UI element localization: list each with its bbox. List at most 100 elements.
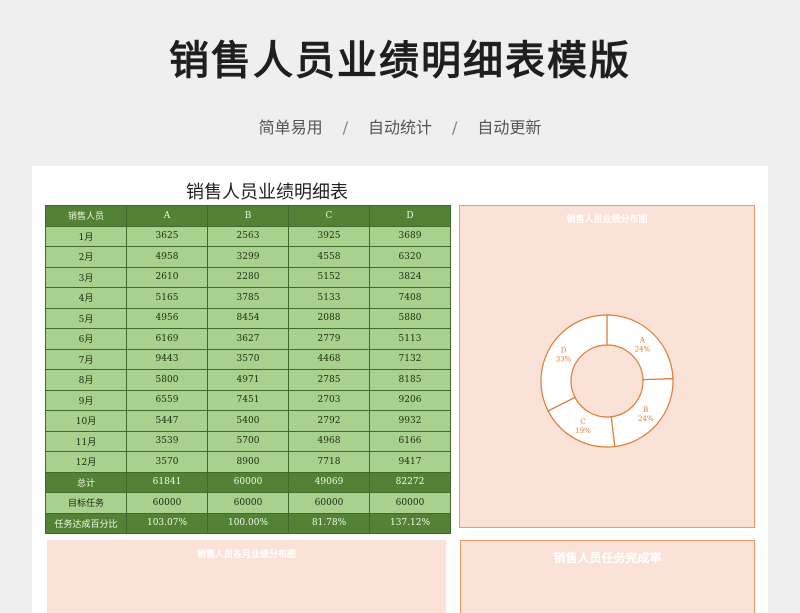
donut-label-percent: 24%: [635, 345, 651, 353]
table-cell: 4月: [45, 287, 127, 309]
completion-chart-title: 销售人员任务完成率: [553, 551, 662, 565]
table-cell: 60000: [207, 471, 289, 493]
table-cell: 5880: [369, 307, 451, 329]
table-cell: 9932: [369, 410, 451, 432]
table-cell: 2703: [288, 389, 370, 411]
table-row: 1月 3625 2563 3925 3689: [45, 225, 451, 247]
table-cell: 60000: [126, 492, 208, 514]
table-cell: 82272: [369, 471, 451, 493]
table-row: 12月 3570 8900 7718 9417: [45, 451, 451, 473]
table-row: 8月 5800 4971 2785 8185: [45, 369, 451, 391]
feature-auto-update: 自动更新: [477, 118, 542, 137]
donut-label-name: C: [580, 418, 585, 426]
table-cell: 8454: [207, 307, 289, 329]
table-cell: 3570: [126, 451, 208, 473]
table-cell: 7408: [369, 287, 451, 309]
table-cell: 7451: [207, 389, 289, 411]
donut-label-name: D: [561, 346, 567, 354]
table-cell: 4468: [288, 348, 370, 370]
sales-table: 销售人员 A B C D 1月 3625 2563 3925 3689 2月 4958 329…: [45, 205, 451, 534]
table-cell: 2779: [288, 328, 370, 350]
column-header: 销售人员: [45, 205, 127, 227]
table-cell: 5700: [207, 430, 289, 452]
donut-label-percent: 33%: [556, 355, 572, 363]
table-cell: 4968: [288, 430, 370, 452]
table-cell: 2088: [288, 307, 370, 329]
table-cell: 60000: [369, 492, 451, 514]
table-cell: 11月: [45, 430, 127, 452]
table-cell: 103.07%: [126, 512, 208, 534]
monthly-chart-panel: 销售人员各月业绩分布图: [47, 540, 446, 613]
table-cell: 3539: [126, 430, 208, 452]
table-row: 2月 4958 3299 4558 6320: [45, 246, 451, 268]
table-cell: 6月: [45, 328, 127, 350]
table-cell: 9206: [369, 389, 451, 411]
table-cell: 60000: [288, 492, 370, 514]
column-header: B: [207, 205, 289, 227]
table-header-row: 销售人员 A B C D: [45, 205, 451, 227]
table-cell: 7月: [45, 348, 127, 370]
table-cell: 6320: [369, 246, 451, 268]
table-cell: 12月: [45, 451, 127, 473]
table-cell: 5400: [207, 410, 289, 432]
table-cell: 6169: [126, 328, 208, 350]
table-cell: 5447: [126, 410, 208, 432]
table-cell: 10月: [45, 410, 127, 432]
feature-auto-stat: 自动统计: [367, 118, 432, 137]
table-cell: 8900: [207, 451, 289, 473]
separator: /: [452, 118, 458, 137]
column-header: A: [126, 205, 208, 227]
table-cell: 2280: [207, 266, 289, 288]
donut-label-name: A: [639, 336, 646, 344]
table-cell: 3299: [207, 246, 289, 268]
table-cell: 7718: [288, 451, 370, 473]
table-cell: 137.12%: [369, 512, 451, 534]
table-row: 4月 5165 3785 5133 7408: [45, 287, 451, 309]
table-cell: 5800: [126, 369, 208, 391]
table-cell: 9417: [369, 451, 451, 473]
table-cell: 81.78%: [288, 512, 370, 534]
table-cell: 5113: [369, 328, 451, 350]
table-cell: 5月: [45, 307, 127, 329]
donut-label-percent: 19%: [575, 427, 591, 435]
sheet-title: 销售人员业绩明细表: [186, 182, 348, 203]
separator: /: [342, 118, 348, 137]
feature-easy: 简单易用: [258, 118, 323, 137]
table-cell: 9月: [45, 389, 127, 411]
table-cell: 3627: [207, 328, 289, 350]
table-cell: 1月: [45, 225, 127, 247]
table-cell: 4971: [207, 369, 289, 391]
donut-label-percent: 24%: [638, 415, 654, 423]
completion-chart-panel: 销售人员任务完成率: [460, 540, 755, 613]
table-row: 11月 3539 5700 4968 6166: [45, 430, 451, 452]
table-cell: 3824: [369, 266, 451, 288]
table-row: 5月 4956 8454 2088 5880: [45, 307, 451, 329]
spreadsheet-preview: 销售人员业绩明细表 销售人员 A B C D 1月 3625 2563 3925 368…: [32, 166, 768, 613]
table-cell: 3925: [288, 225, 370, 247]
table-cell: 49069: [288, 471, 370, 493]
table-cell: 4956: [126, 307, 208, 329]
table-cell: 5133: [288, 287, 370, 309]
table-cell: 2610: [126, 266, 208, 288]
table-cell: 100.00%: [207, 512, 289, 534]
table-cell: 3689: [369, 225, 451, 247]
table-row: 7月 9443 3570 4468 7132: [45, 348, 451, 370]
table-cell: 目标任务: [45, 492, 127, 514]
table-cell: 6559: [126, 389, 208, 411]
table-cell: 6166: [369, 430, 451, 452]
subtitle: 简单易用 / 自动统计 / 自动更新: [0, 114, 800, 138]
page-title: 销售人员业绩明细表模版: [169, 38, 631, 84]
table-row: 9月 6559 7451 2703 9206: [45, 389, 451, 411]
column-header: C: [288, 205, 370, 227]
table-cell: 总计: [45, 471, 127, 493]
total-row: 总计 61841 60000 49069 82272: [45, 471, 451, 493]
table-cell: 2792: [288, 410, 370, 432]
table-cell: 2月: [45, 246, 127, 268]
table-row: 6月 6169 3627 2779 5113: [45, 328, 451, 350]
target-row: 目标任务 60000 60000 60000 60000: [45, 492, 451, 514]
table-cell: 5165: [126, 287, 208, 309]
table-row: 3月 2610 2280 5152 3824: [45, 266, 451, 288]
monthly-chart-title: 销售人员各月业绩分布图: [196, 549, 296, 559]
table-cell: 5152: [288, 266, 370, 288]
pie-chart-panel: 销售人员业绩分布图 A 24% B 24% C 19% D 33%: [459, 205, 755, 528]
